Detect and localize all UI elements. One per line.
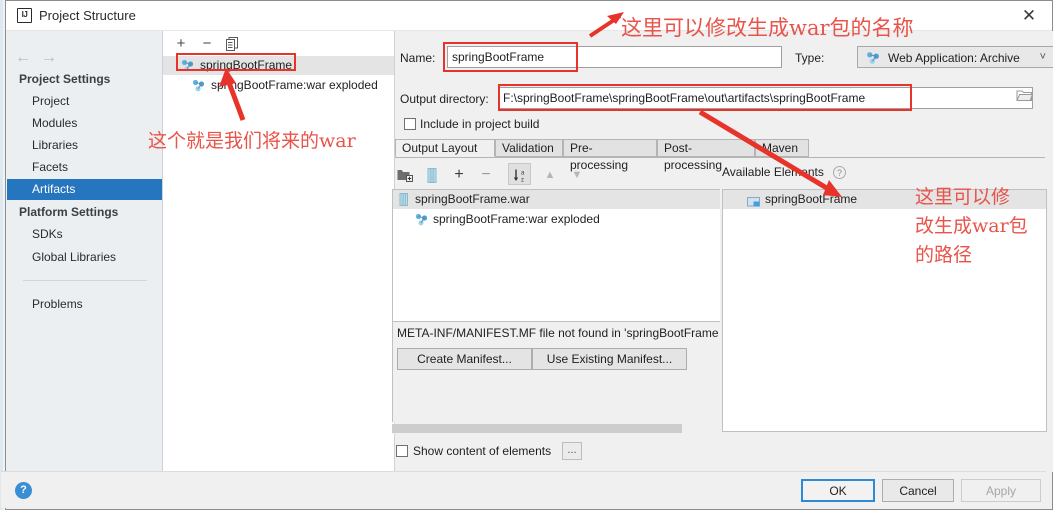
detail-tabs: Output Layout Validation Pre-processing … bbox=[395, 139, 1045, 172]
apply-button[interactable]: Apply bbox=[961, 479, 1041, 502]
artifact-row-springbootframe[interactable]: springBootFrame bbox=[163, 56, 394, 75]
include-in-project-build-label: Include in project build bbox=[420, 117, 540, 131]
tab-pre-processing[interactable]: Pre-processing bbox=[563, 139, 657, 172]
show-content-of-elements-label: Show content of elements bbox=[413, 444, 552, 458]
available-element-label: springBootFrame bbox=[765, 192, 858, 206]
move-up-button[interactable]: ▲ bbox=[540, 165, 560, 185]
output-tree-row-war[interactable]: springBootFrame.war bbox=[393, 190, 720, 209]
sort-az-button[interactable]: a z bbox=[511, 165, 531, 185]
sidebar-group-project-settings: Project Settings bbox=[19, 72, 111, 86]
artifact-row-springbootframe-war-exploded[interactable]: springBootFrame:war exploded bbox=[163, 76, 394, 95]
artifact-row-label: springBootFrame bbox=[200, 58, 293, 72]
type-dropdown[interactable]: Web Application: Archive ˅ bbox=[857, 46, 1053, 68]
dialog-button-bar: ? OK Cancel Apply bbox=[1, 471, 1046, 508]
show-content-of-elements-checkbox[interactable] bbox=[396, 445, 408, 457]
type-label: Type: bbox=[795, 51, 825, 65]
remove-artifact-button[interactable]: − bbox=[196, 33, 218, 54]
tab-validation[interactable]: Validation bbox=[495, 139, 563, 157]
artifact-icon bbox=[192, 79, 206, 92]
remove-element-button[interactable]: − bbox=[476, 165, 496, 185]
module-icon bbox=[747, 194, 760, 213]
output-layout-tree: springBootFrame.war springBootFrame:war … bbox=[392, 189, 720, 322]
close-icon[interactable]: ✕ bbox=[1006, 1, 1052, 31]
name-input[interactable]: springBootFrame bbox=[447, 46, 782, 68]
use-existing-manifest-button[interactable]: Use Existing Manifest... bbox=[532, 348, 687, 370]
sidebar-group-platform-settings: Platform Settings bbox=[19, 205, 119, 219]
svg-text:z: z bbox=[521, 177, 524, 183]
tab-output-layout[interactable]: Output Layout bbox=[395, 139, 495, 157]
create-manifest-button[interactable]: Create Manifest... bbox=[397, 348, 532, 370]
background-window-edge bbox=[0, 0, 3, 510]
artifacts-toolbar: + − bbox=[163, 31, 394, 56]
sidebar-item-global-libraries[interactable]: Global Libraries bbox=[7, 247, 162, 268]
available-elements-list: springBootFrame bbox=[722, 189, 1047, 432]
add-element-button[interactable]: + bbox=[449, 165, 469, 185]
include-in-project-build-checkbox[interactable] bbox=[404, 118, 416, 130]
folder-browse-icon[interactable] bbox=[1016, 88, 1034, 102]
name-label: Name: bbox=[400, 51, 436, 65]
output-tree-row-label: springBootFrame:war exploded bbox=[433, 212, 600, 226]
help-icon[interactable]: ? bbox=[833, 166, 846, 179]
navigation-arrows: ← → bbox=[15, 49, 75, 69]
svg-text:a: a bbox=[521, 170, 525, 176]
add-artifact-button[interactable]: + bbox=[170, 33, 192, 54]
type-dropdown-value: Web Application: Archive bbox=[888, 51, 1020, 65]
sidebar-item-problems[interactable]: Problems bbox=[7, 294, 162, 315]
tab-maven[interactable]: Maven bbox=[755, 139, 809, 157]
output-tree-row-label: springBootFrame.war bbox=[415, 192, 530, 206]
output-directory-input[interactable]: F:\springBootFrame\springBootFrame\out\a… bbox=[498, 87, 1033, 109]
available-elements-label: Available Elements bbox=[722, 165, 824, 179]
help-icon[interactable]: ? bbox=[15, 482, 32, 499]
window-title: Project Structure bbox=[39, 8, 136, 23]
output-directory-label: Output directory: bbox=[400, 92, 489, 106]
sidebar-item-libraries[interactable]: Libraries bbox=[7, 135, 162, 156]
horizontal-scrollbar-thumb[interactable] bbox=[392, 424, 682, 433]
sidebar-item-sdks[interactable]: SDKs bbox=[7, 224, 162, 245]
ok-button[interactable]: OK bbox=[801, 479, 875, 502]
add-directory-button[interactable] bbox=[395, 165, 415, 185]
more-options-button[interactable]: ... bbox=[562, 442, 582, 460]
available-element-row[interactable]: springBootFrame bbox=[723, 190, 1046, 209]
nav-forward-icon[interactable]: → bbox=[41, 49, 57, 67]
sidebar-item-modules[interactable]: Modules bbox=[7, 113, 162, 134]
chevron-down-icon: ˅ bbox=[1039, 51, 1046, 63]
tab-post-processing[interactable]: Post-processing bbox=[657, 139, 755, 172]
output-tree-row-war-exploded[interactable]: springBootFrame:war exploded bbox=[393, 210, 720, 229]
sidebar-item-project[interactable]: Project bbox=[7, 91, 162, 112]
sidebar-item-artifacts[interactable]: Artifacts bbox=[7, 179, 162, 200]
intellij-idea-icon: IJ bbox=[17, 8, 32, 23]
artifact-row-label: springBootFrame:war exploded bbox=[211, 78, 378, 92]
artifact-icon bbox=[415, 213, 429, 232]
copy-artifact-button[interactable] bbox=[221, 33, 243, 54]
output-layout-toolbar: + − a z ▲ ▼ bbox=[392, 163, 1047, 188]
move-down-button[interactable]: ▼ bbox=[567, 165, 587, 185]
artifacts-list-panel: + − springBootFrame springBootFrame:war … bbox=[163, 31, 395, 472]
settings-sidebar: ← → Project Settings Project Modules Lib… bbox=[7, 31, 163, 472]
sidebar-item-facets[interactable]: Facets bbox=[7, 157, 162, 178]
web-application-archive-icon bbox=[866, 51, 881, 68]
nav-back-icon[interactable]: ← bbox=[15, 49, 31, 67]
title-bar: IJ Project Structure ✕ bbox=[6, 1, 1052, 31]
cancel-button[interactable]: Cancel bbox=[882, 479, 954, 502]
add-archive-button[interactable] bbox=[422, 165, 442, 185]
manifest-message: META-INF/MANIFEST.MF file not found in '… bbox=[397, 326, 719, 340]
artifact-icon bbox=[181, 59, 195, 72]
sidebar-divider bbox=[23, 280, 147, 281]
